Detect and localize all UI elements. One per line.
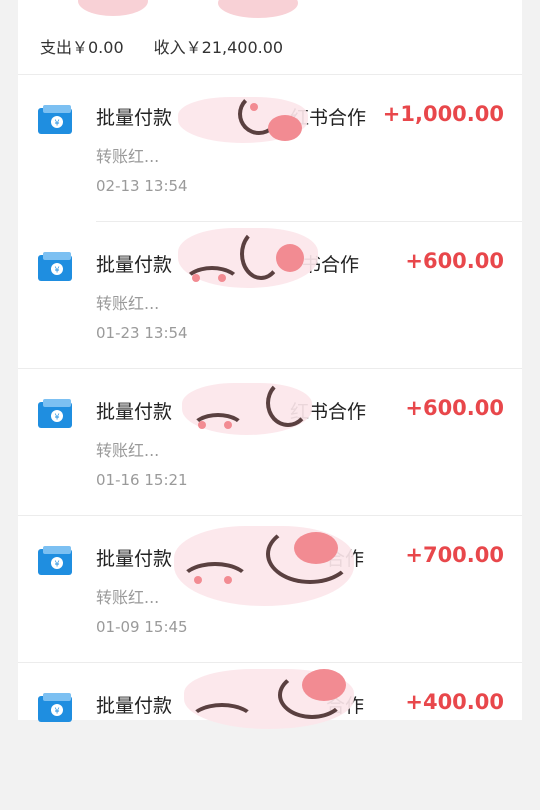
- expense-total: 支出￥0.00: [40, 38, 124, 57]
- transaction-title: 批量付款: [96, 107, 173, 129]
- transaction-subtitle: 转账红...: [96, 588, 160, 607]
- redacted-sticker: [168, 75, 318, 222]
- svg-text:¥: ¥: [54, 707, 59, 716]
- wallet-icon: ¥: [38, 252, 72, 281]
- svg-text:¥: ¥: [54, 560, 59, 569]
- transaction-title: 批量付款: [96, 254, 173, 276]
- svg-text:¥: ¥: [54, 266, 59, 275]
- transaction-subtitle: 转账红...: [96, 147, 160, 166]
- transaction-row[interactable]: ¥ 批量付款 合作 +700.00 转账红... 01-09 15:45: [18, 516, 522, 663]
- redacted-sticker: [178, 663, 358, 810]
- transaction-row[interactable]: ¥ 批量付款 红书合作 +1,000.00 转账红... 02-13 13:54: [18, 75, 522, 222]
- svg-text:¥: ¥: [54, 413, 59, 422]
- bill-list-card: 支出￥0.00 收入￥21,400.00 ¥ 批量付款 红书合作 +1,000.…: [18, 0, 522, 729]
- transaction-title: 批量付款: [96, 548, 173, 570]
- transaction-amount: +700.00: [405, 543, 504, 567]
- wallet-icon: ¥: [38, 546, 72, 575]
- redacted-sticker: [168, 516, 358, 663]
- transaction-amount: +400.00: [405, 690, 504, 714]
- wallet-icon: ¥: [38, 399, 72, 428]
- transaction-row[interactable]: ¥ 批量付款 合作 +400.00: [18, 663, 522, 810]
- redacted-sticker: [178, 369, 318, 516]
- svg-text:¥: ¥: [54, 119, 59, 128]
- transaction-amount: +600.00: [405, 396, 504, 420]
- income-total: 收入￥21,400.00: [153, 38, 284, 57]
- transaction-row[interactable]: ¥ 批量付款 书合作 +600.00 转账红... 01-23 13:54: [18, 222, 522, 369]
- wallet-icon: ¥: [38, 693, 72, 722]
- transaction-subtitle: 转账红...: [96, 294, 160, 313]
- wallet-icon: ¥: [38, 105, 72, 134]
- month-summary: 支出￥0.00 收入￥21,400.00: [40, 34, 283, 58]
- transaction-title: 批量付款: [96, 695, 173, 717]
- transaction-amount: +1,000.00: [382, 102, 504, 126]
- redacted-sticker: [168, 222, 328, 369]
- transaction-amount: +600.00: [405, 249, 504, 273]
- transaction-row[interactable]: ¥ 批量付款 红书合作 +600.00 转账红... 01-16 15:21: [18, 369, 522, 516]
- transaction-title: 批量付款: [96, 401, 173, 423]
- redacted-sticker-top: [58, 0, 318, 22]
- transaction-subtitle: 转账红...: [96, 441, 160, 460]
- transaction-time: 01-16 15:21: [96, 471, 188, 489]
